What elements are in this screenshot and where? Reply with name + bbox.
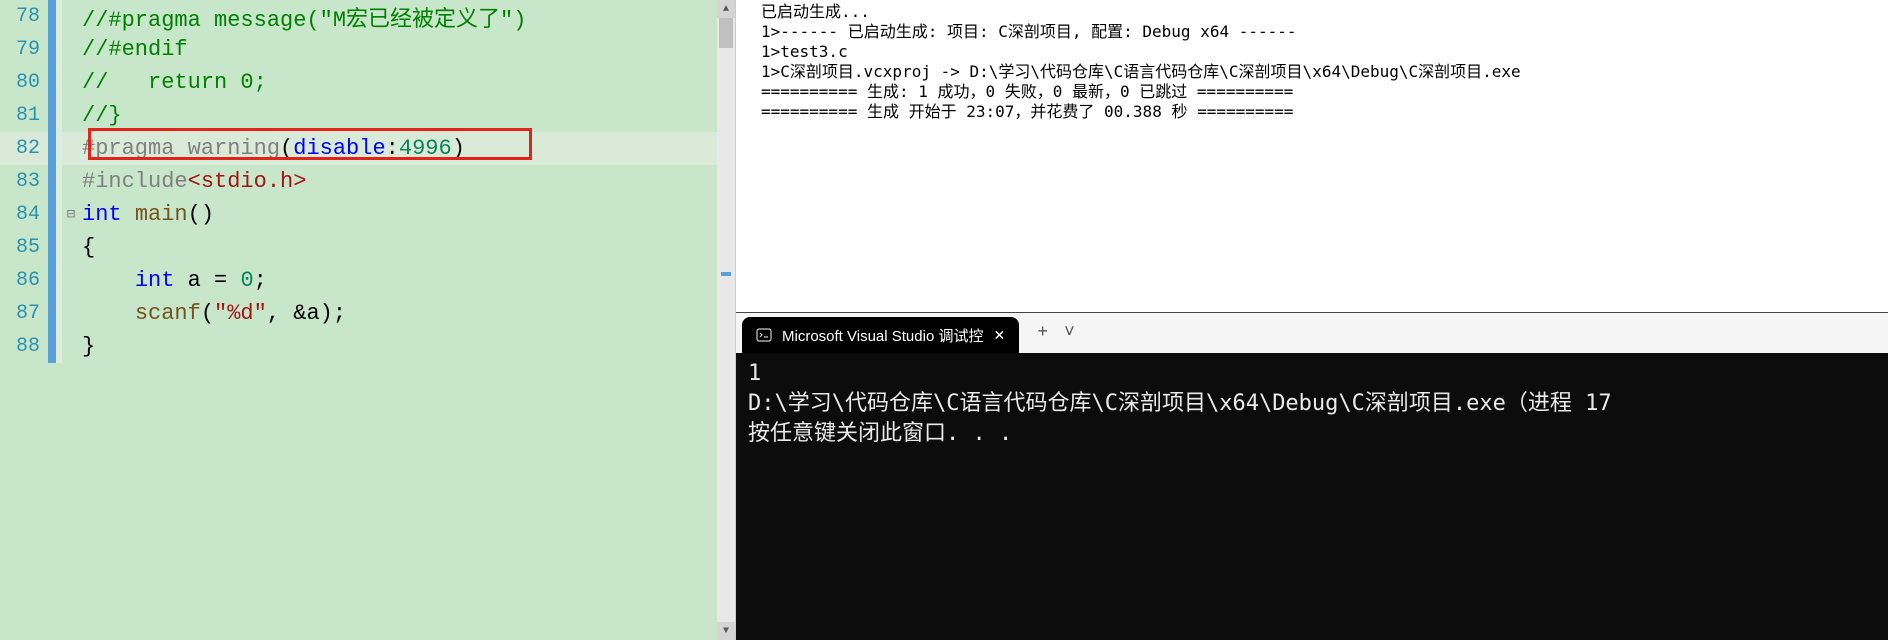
code-line[interactable]: 87 scanf("%d", &a);: [0, 297, 735, 330]
new-tab-button[interactable]: +: [1037, 323, 1048, 343]
line-number: 85: [0, 236, 48, 259]
line-number: 84: [0, 203, 48, 226]
change-gutter: [48, 0, 62, 33]
output-line: 1>------ 已启动生成: 项目: C深剖项目, 配置: Debug x64…: [761, 22, 1878, 42]
code-line[interactable]: 80 // return 0;: [0, 66, 735, 99]
right-pane: 已启动生成...1>------ 已启动生成: 项目: C深剖项目, 配置: D…: [735, 0, 1888, 640]
scroll-up-button[interactable]: ▲: [717, 0, 735, 18]
line-number: 80: [0, 71, 48, 94]
output-line: 1>test3.c: [761, 42, 1878, 62]
code-text[interactable]: // return 0;: [80, 70, 267, 95]
line-number: 79: [0, 38, 48, 61]
terminal-line: D:\学习\代码仓库\C语言代码仓库\C深剖项目\x64\Debug\C深剖项目…: [748, 389, 1876, 419]
line-number: 86: [0, 269, 48, 292]
change-gutter: [48, 66, 62, 99]
code-line[interactable]: 84 ⊟int main(): [0, 198, 735, 231]
change-gutter: [48, 132, 62, 165]
change-gutter: [48, 264, 62, 297]
code-text[interactable]: //#pragma message("M宏已经被定义了"): [80, 1, 526, 33]
change-gutter: [48, 165, 62, 198]
code-text[interactable]: //}: [80, 103, 122, 128]
line-number: 82: [0, 137, 48, 160]
terminal-icon: [756, 327, 772, 343]
editor-vertical-scrollbar[interactable]: ▲ ▼: [717, 0, 735, 640]
build-output-pane[interactable]: 已启动生成...1>------ 已启动生成: 项目: C深剖项目, 配置: D…: [736, 0, 1888, 310]
line-number: 87: [0, 302, 48, 325]
line-number: 81: [0, 104, 48, 127]
close-icon[interactable]: ✕: [993, 327, 1005, 344]
code-text[interactable]: {: [80, 235, 95, 260]
change-gutter: [48, 330, 62, 363]
scroll-thumb[interactable]: [719, 18, 733, 48]
scroll-change-mark: [721, 272, 731, 276]
change-gutter: [48, 231, 62, 264]
code-line[interactable]: 83 #include<stdio.h>: [0, 165, 735, 198]
code-line[interactable]: 86 int a = 0;: [0, 264, 735, 297]
code-line[interactable]: 85 {: [0, 231, 735, 264]
output-line: ========== 生成 开始于 23:07，并花费了 00.388 秒 ==…: [761, 102, 1878, 122]
output-line: 1>C深剖项目.vcxproj -> D:\学习\代码仓库\C语言代码仓库\C深…: [761, 62, 1878, 82]
code-text[interactable]: }: [80, 334, 95, 359]
code-text[interactable]: //#endif: [80, 37, 188, 62]
code-line[interactable]: 82 #pragma warning(disable:4996): [0, 132, 735, 165]
code-line[interactable]: 79 //#endif: [0, 33, 735, 66]
change-gutter: [48, 198, 62, 231]
code-line[interactable]: 81 //}: [0, 99, 735, 132]
line-number: 83: [0, 170, 48, 193]
tab-dropdown-button[interactable]: ˅: [1064, 323, 1075, 343]
terminal-line: 1: [748, 359, 1876, 389]
line-number: 88: [0, 335, 48, 358]
terminal-tabbar: Microsoft Visual Studio 调试控 ✕ + ˅: [736, 313, 1888, 353]
scroll-down-button[interactable]: ▼: [717, 622, 735, 640]
terminal-tab-active[interactable]: Microsoft Visual Studio 调试控 ✕: [742, 317, 1019, 353]
change-gutter: [48, 33, 62, 66]
code-text[interactable]: scanf("%d", &a);: [80, 301, 346, 326]
change-gutter: [48, 99, 62, 132]
code-line[interactable]: 88}: [0, 330, 735, 363]
terminal-line: 按任意键关闭此窗口. . .: [748, 419, 1876, 449]
output-line: 已启动生成...: [761, 2, 1878, 22]
terminal-tab-title: Microsoft Visual Studio 调试控: [782, 325, 983, 346]
code-editor-pane[interactable]: 78 //#pragma message("M宏已经被定义了") 79 //#endi…: [0, 0, 735, 640]
collapse-toggle[interactable]: ⊟: [62, 206, 80, 223]
terminal-window[interactable]: Microsoft Visual Studio 调试控 ✕ + ˅ 1D:\学习…: [736, 312, 1888, 640]
output-line: ========== 生成: 1 成功，0 失败，0 最新，0 已跳过 ====…: [761, 82, 1878, 102]
code-text[interactable]: int a = 0;: [80, 268, 267, 293]
change-gutter: [48, 297, 62, 330]
line-number: 78: [0, 5, 48, 28]
code-text[interactable]: #pragma warning(disable:4996): [80, 136, 465, 161]
code-line[interactable]: 78 //#pragma message("M宏已经被定义了"): [0, 0, 735, 33]
terminal-body[interactable]: 1D:\学习\代码仓库\C语言代码仓库\C深剖项目\x64\Debug\C深剖项…: [736, 353, 1888, 640]
code-text[interactable]: #include<stdio.h>: [80, 169, 306, 194]
code-text[interactable]: int main(): [80, 202, 214, 227]
